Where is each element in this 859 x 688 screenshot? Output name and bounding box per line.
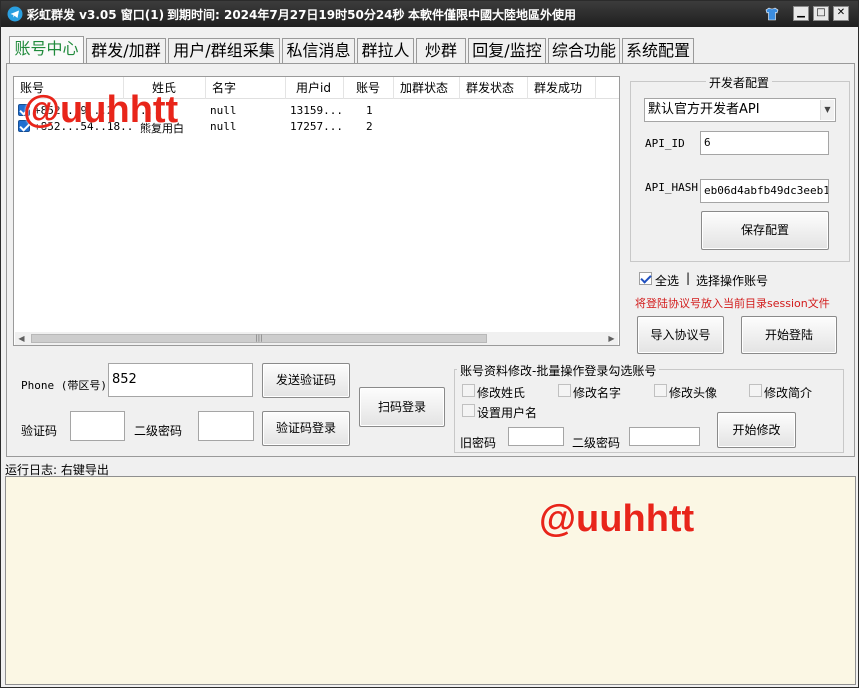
api-select-value: 默认官方开发者API xyxy=(648,102,760,117)
edit-name-label[interactable]: 修改名字 xyxy=(573,384,621,401)
phone-label: Phone (带区号) xyxy=(21,379,107,392)
row-user-id: 13159... xyxy=(290,104,343,117)
scroll-right-icon[interactable]: ▶ xyxy=(605,332,618,345)
col-user-id[interactable]: 用户id xyxy=(286,77,344,99)
row-name: null xyxy=(210,120,237,133)
col-broadcast-status[interactable]: 群发状态 xyxy=(460,77,528,99)
watermark: @uuhhtt xyxy=(539,498,695,540)
col-name[interactable]: 名字 xyxy=(206,77,286,99)
api-id-label: API_ID xyxy=(645,137,685,150)
chevron-down-icon[interactable]: ▼ xyxy=(820,100,834,120)
edit-bio-label[interactable]: 修改简介 xyxy=(764,384,812,401)
batch-edit-title: 账号资料修改-批量操作登录勾选账号 xyxy=(457,362,660,379)
telegram-icon xyxy=(7,6,23,22)
row-name: null xyxy=(210,104,237,117)
tab-general-functions[interactable]: 综合功能 xyxy=(548,38,620,64)
scroll-thumb[interactable]: ||| xyxy=(31,334,487,343)
horizontal-scrollbar[interactable]: ◀ ||| ▶ xyxy=(15,332,618,345)
api-select[interactable]: 默认官方开发者API ▼ xyxy=(644,98,836,122)
edit-surname-checkbox[interactable] xyxy=(462,384,475,397)
tab-group-pull[interactable]: 群拉人 xyxy=(357,38,414,64)
row-no: 1 xyxy=(366,104,373,117)
tab-system-config[interactable]: 系统配置 xyxy=(622,38,694,64)
send-code-button[interactable]: 发送验证码 xyxy=(262,363,350,398)
tab-user-group-scrape[interactable]: 用户/群组采集 xyxy=(168,38,280,64)
edit-avatar-label[interactable]: 修改头像 xyxy=(669,384,717,401)
col-extra xyxy=(596,77,619,99)
tab-private-message[interactable]: 私信消息 xyxy=(282,38,355,64)
tab-group-hype[interactable]: 炒群 xyxy=(416,38,466,64)
tab-account-center[interactable]: 账号中心 xyxy=(9,36,84,64)
set-username-checkbox[interactable] xyxy=(462,404,475,417)
code-label: 验证码 xyxy=(21,424,58,438)
twofa-label: 二级密码 xyxy=(134,424,183,438)
close-button[interactable]: ✕ xyxy=(833,6,849,21)
import-protocol-button[interactable]: 导入协议号 xyxy=(637,316,724,354)
code-login-button[interactable]: 验证码登录 xyxy=(262,411,350,446)
select-all-checkbox[interactable] xyxy=(639,272,652,285)
start-edit-button[interactable]: 开始修改 xyxy=(717,412,796,448)
edit-bio-checkbox[interactable] xyxy=(749,384,762,397)
edit-avatar-checkbox[interactable] xyxy=(654,384,667,397)
api-hash-input[interactable]: eb06d4abfb49dc3eeb1ae xyxy=(700,179,829,203)
tab-reply-monitor[interactable]: 回复/监控 xyxy=(468,38,546,64)
session-notice: 将登陆协议号放入当前目录session文件 xyxy=(635,297,830,310)
expire-time: 到期时间: 2024年7月27日19时50分24秒 xyxy=(167,8,405,22)
start-login-button[interactable]: 开始登陆 xyxy=(741,316,837,354)
title-bar[interactable]: 彩虹群发 v3.05 窗口(1) 到期时间: 2024年7月27日19时50分2… xyxy=(1,1,858,27)
select-account-hint: 选择操作账号 xyxy=(696,274,769,288)
edit-name-checkbox[interactable] xyxy=(558,384,571,397)
batch-twofa-label: 二级密码 xyxy=(572,436,621,450)
main-window: 彩虹群发 v3.05 窗口(1) 到期时间: 2024年7月27日19时50分2… xyxy=(0,0,859,688)
scroll-left-icon[interactable]: ◀ xyxy=(15,332,28,345)
dev-config-title: 开发者配置 xyxy=(706,74,773,91)
code-input[interactable] xyxy=(70,411,125,441)
old-password-input[interactable] xyxy=(508,427,564,446)
region-notice: 本軟件僅限中國大陸地區外使用 xyxy=(408,8,577,22)
qr-login-button[interactable]: 扫码登录 xyxy=(359,387,445,427)
edit-surname-label[interactable]: 修改姓氏 xyxy=(477,384,525,401)
tab-broadcast-join[interactable]: 群发/加群 xyxy=(86,38,166,64)
row-user-id: 17257... xyxy=(290,120,343,133)
col-broadcast-success[interactable]: 群发成功 xyxy=(528,77,596,99)
row-no: 2 xyxy=(366,120,373,133)
select-all-label[interactable]: 全选 xyxy=(655,272,679,289)
col-join-status[interactable]: 加群状态 xyxy=(394,77,460,99)
shirt-skin-icon[interactable] xyxy=(764,6,780,22)
old-password-label: 旧密码 xyxy=(460,436,497,450)
col-account-no[interactable]: 账号 xyxy=(344,77,394,99)
batch-twofa-input[interactable] xyxy=(629,427,700,446)
separator: | xyxy=(686,271,691,285)
maximize-button[interactable]: □ xyxy=(813,6,829,21)
minimize-button[interactable]: ▁ xyxy=(793,6,809,21)
twofa-input[interactable] xyxy=(198,411,254,441)
set-username-label[interactable]: 设置用户名 xyxy=(477,404,537,421)
watermark: @uuhhtt xyxy=(23,89,179,131)
app-title: 彩虹群发 v3.05 窗口(1) xyxy=(27,8,165,22)
run-log-area[interactable] xyxy=(5,476,856,685)
api-hash-label: API_HASH xyxy=(645,181,698,194)
phone-input[interactable]: 852 xyxy=(108,363,253,397)
api-id-input[interactable]: 6 xyxy=(700,131,829,155)
save-config-button[interactable]: 保存配置 xyxy=(701,211,829,250)
